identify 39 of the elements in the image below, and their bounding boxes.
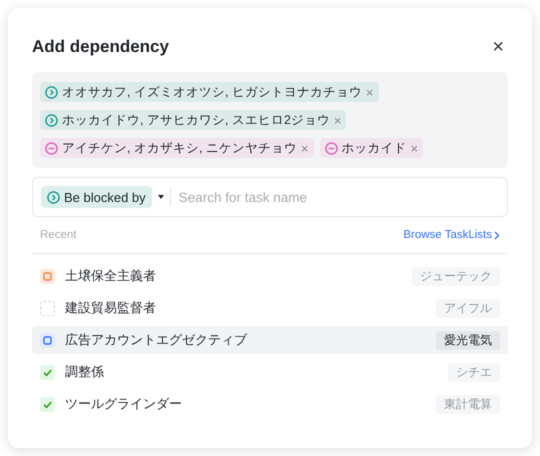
minus-circle-icon xyxy=(324,142,338,154)
task-name: 調整係 xyxy=(65,364,105,381)
status-checkbox[interactable] xyxy=(40,300,55,316)
recent-label: Recent xyxy=(40,229,76,241)
close-button[interactable]: × xyxy=(488,36,508,58)
caret-icon[interactable] xyxy=(158,195,164,199)
tag-label: ホッカイド xyxy=(342,140,406,156)
search-field[interactable]: Be blocked by Search for task name xyxy=(32,177,508,217)
tasklist-tag: アイフル xyxy=(436,298,500,318)
chevron-circle-icon xyxy=(47,190,60,204)
status-checkbox[interactable] xyxy=(40,332,55,348)
tasklist-tag: ジューテック xyxy=(412,266,500,286)
task-name: ツールグラインダー xyxy=(65,396,183,413)
task-row[interactable]: 土壌保全主義者 ジューテック xyxy=(32,262,508,290)
tasklist-tag: シチエ xyxy=(448,362,500,382)
tag-label: ホッカイドウ, アサヒカワシ, スエヒロ2ジョウ xyxy=(62,112,330,128)
status-checkbox[interactable] xyxy=(40,396,55,412)
task-row[interactable]: 調整係 シチエ xyxy=(32,358,508,386)
task-name: 土壌保全主義者 xyxy=(65,268,157,285)
chevron-circle-icon xyxy=(45,114,58,126)
dialog-title: Add dependency xyxy=(32,37,169,57)
square-icon xyxy=(41,334,54,346)
tag-label: オオサカフ, イズミオオツシ, ヒガシトヨナカチョウ xyxy=(62,84,362,100)
status-checkbox[interactable] xyxy=(40,364,55,380)
task-name: 広告アカウントエグゼクティブ xyxy=(65,332,248,349)
task-row[interactable]: 建設貿易監督者 アイフル xyxy=(32,294,508,322)
tasklist-tag: 愛光電気 xyxy=(436,330,500,350)
relation-dropdown[interactable]: Be blocked by xyxy=(41,186,152,208)
chevron-circle-icon xyxy=(45,86,58,98)
status-checkbox[interactable] xyxy=(40,268,55,284)
tag-label: アイチケン, オカザキシ, ニケンヤチョウ xyxy=(62,140,297,156)
browse-link[interactable]: Browse TaskLists xyxy=(403,229,500,241)
minus-circle-icon xyxy=(45,142,58,154)
chevron-right-icon xyxy=(494,230,500,240)
tasklist-tag: 東計電算 xyxy=(436,394,500,414)
task-row[interactable]: 広告アカウントエグゼクティブ 愛光電気 xyxy=(32,326,508,354)
task-row[interactable]: ツールグラインダー 東計電算 xyxy=(32,390,508,418)
square-icon xyxy=(41,270,54,282)
task-name: 建設貿易監督者 xyxy=(65,300,157,317)
